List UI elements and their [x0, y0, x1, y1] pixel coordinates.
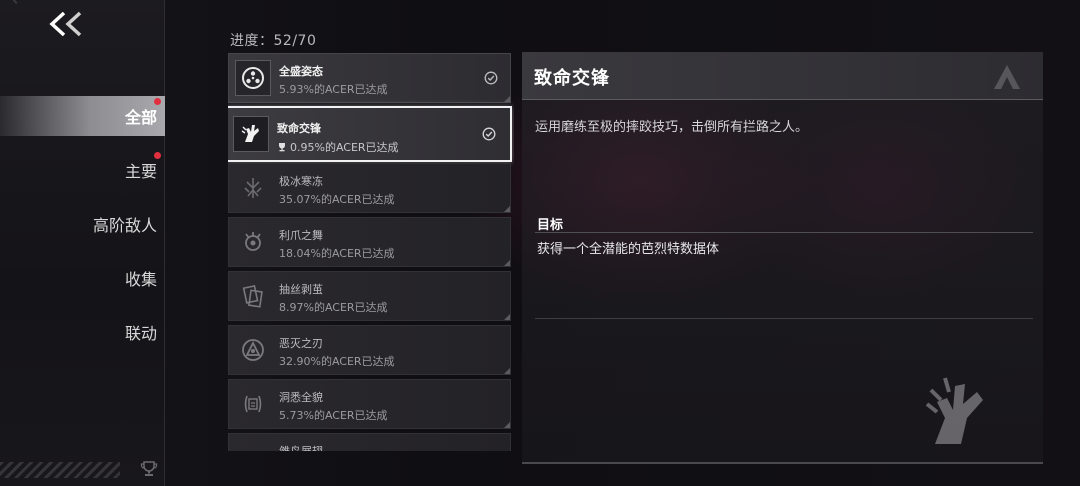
achievement-title: 雏鸟展翅: [279, 443, 323, 451]
achievement-title: 抽丝剥茧: [279, 283, 323, 296]
hand-grab-emblem-icon: [925, 377, 983, 444]
achievement-title: 洞悉全貌: [279, 391, 323, 404]
achievement-title: 致命交锋: [277, 122, 321, 135]
achievement-card[interactable]: 洞悉全貌 5.73%的ACER已达成: [228, 379, 511, 429]
bird-icon: [239, 444, 267, 451]
achievement-card[interactable]: 恶灭之刃 32.90%的ACER已达成: [228, 325, 511, 375]
achievement-card[interactable]: 雏鸟展翅: [228, 433, 511, 451]
card-corner-decoration: [504, 422, 510, 428]
goal-heading: 目标: [537, 218, 564, 233]
completed-check-icon: [482, 127, 496, 141]
card-corner-decoration: [504, 96, 510, 102]
category-sidebar: 全部 主要 高阶敌人 收集 联动: [0, 0, 165, 486]
category-tab-collab[interactable]: 联动: [0, 312, 165, 352]
achievement-title: 恶灭之刃: [279, 337, 323, 350]
achievement-rate-text: 5.73%的ACER已达成: [279, 409, 388, 422]
category-tab-label: 高阶敌人: [92, 216, 157, 235]
card-corner-decoration: [504, 206, 510, 212]
category-tab-label: 主要: [124, 162, 157, 181]
achievement-card[interactable]: 全盛姿态 5.93%的ACER已达成: [228, 53, 511, 103]
decorative-arc: [0, 0, 30, 100]
detail-header: 致命交锋: [522, 52, 1043, 100]
scroll-icon: [244, 395, 262, 413]
achievement-card-selected[interactable]: 致命交锋 0.95%的ACER已达成: [228, 106, 512, 162]
card-corner-decoration: [504, 260, 510, 266]
achievement-badge: [235, 170, 271, 206]
achievement-detail-panel: 致命交锋 运用磨练至极的摔跤技巧，击倒所有拦路之人。 目标 获得一个全潜能的芭烈…: [522, 52, 1043, 464]
trophy-icon: [140, 461, 158, 476]
achievement-title: 极冰寒冻: [279, 175, 323, 188]
category-tab-label: 全部: [124, 108, 157, 127]
category-tab-label: 联动: [124, 324, 157, 343]
card-corner-decoration: [504, 314, 510, 320]
achievement-rate: 0.95%的ACER已达成: [277, 139, 399, 155]
category-nav: 全部 主要 高阶敌人 收集 联动: [0, 96, 165, 366]
section-divider: [535, 318, 1033, 319]
achievement-card[interactable]: 利爪之舞 18.04%的ACER已达成: [228, 217, 511, 267]
blade-triangle-icon: [242, 339, 264, 361]
card-corner-decoration: [504, 368, 510, 374]
achievement-badge: [233, 116, 269, 152]
achievement-rate-text: 8.97%的ACER已达成: [279, 301, 388, 314]
achievement-rate-text: 35.07%的ACER已达成: [279, 193, 395, 206]
achievement-badge: [235, 278, 271, 314]
emblem-ring-icon: [242, 67, 264, 89]
notification-dot: [154, 152, 161, 159]
double-chevron-left-icon: [49, 11, 82, 37]
claw-icon: [245, 232, 261, 251]
decorative-hatch: [0, 462, 120, 478]
category-tab-all[interactable]: 全部: [0, 96, 165, 136]
detail-title: 致命交锋: [534, 68, 610, 89]
notification-dot: [154, 98, 161, 105]
achievement-badge: [235, 386, 271, 422]
rare-trophy-icon: [279, 143, 285, 152]
achievement-rate-text: 5.93%的ACER已达成: [279, 83, 388, 96]
category-tab-elite-enemies[interactable]: 高阶敌人: [0, 204, 165, 244]
achievement-list[interactable]: 全盛姿态 5.93%的ACER已达成 致命交锋 0.95%的ACER已达成 极冰…: [228, 53, 514, 451]
achievement-rate-text: 32.90%的ACER已达成: [279, 355, 395, 368]
detail-description: 运用磨练至极的摔跤技巧，击倒所有拦路之人。: [535, 120, 809, 135]
achievement-badge: [235, 60, 271, 96]
completed-check-icon: [484, 71, 498, 85]
hand-grab-icon: [241, 125, 259, 142]
brand-logo-icon: [994, 65, 1020, 89]
goal-text: 获得一个全潜能的芭烈特数据体: [537, 242, 720, 257]
achievement-badge: [235, 224, 271, 260]
cards-icon: [242, 284, 263, 308]
goal-divider: [535, 232, 1033, 233]
back-button[interactable]: [44, 8, 90, 40]
achievement-badge: [235, 332, 271, 368]
category-tab-collection[interactable]: 收集: [0, 258, 165, 298]
progress-counter: 进度：52/70: [230, 33, 317, 49]
category-tab-label: 收集: [124, 270, 157, 289]
ice-crystal-icon: [244, 178, 262, 198]
achievement-badge: [235, 440, 271, 451]
achievement-rate-text: 18.04%的ACER已达成: [279, 247, 395, 260]
achievement-rate: 8.97%的ACER已达成: [279, 299, 388, 315]
achievement-card[interactable]: 极冰寒冻 35.07%的ACER已达成: [228, 163, 511, 213]
achievement-card[interactable]: 抽丝剥茧 8.97%的ACER已达成: [228, 271, 511, 321]
achievement-rate: 5.73%的ACER已达成: [279, 407, 388, 423]
achievement-rate: 32.90%的ACER已达成: [279, 353, 395, 369]
achievement-title: 利爪之舞: [279, 229, 323, 242]
achievement-rate: 35.07%的ACER已达成: [279, 191, 395, 207]
achievement-rate: 18.04%的ACER已达成: [279, 245, 395, 261]
category-tab-main[interactable]: 主要: [0, 150, 165, 190]
achievement-rate-text: 0.95%的ACER已达成: [290, 141, 399, 154]
achievement-title: 全盛姿态: [279, 65, 323, 78]
achievement-rate: 5.93%的ACER已达成: [279, 81, 388, 97]
